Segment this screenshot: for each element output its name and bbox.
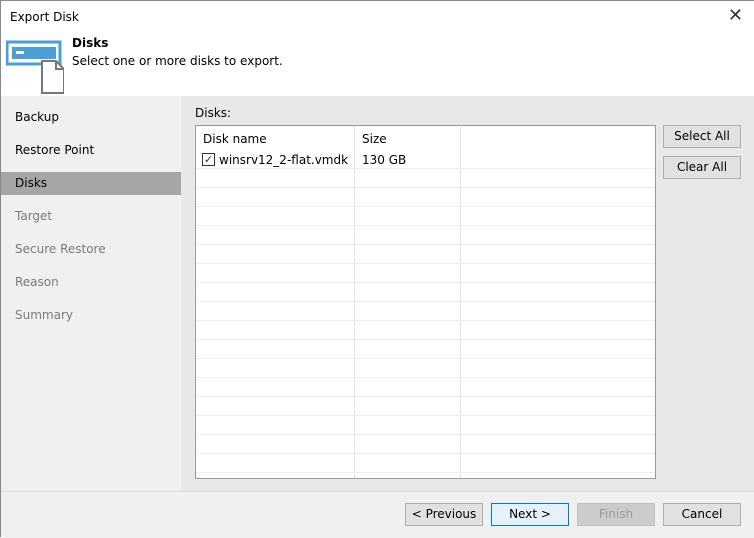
empty-row <box>196 226 655 245</box>
step-disks[interactable]: Disks <box>1 172 181 195</box>
table-row[interactable]: ✓ winsrv12_2-flat.vmdk 130 GB <box>196 150 655 169</box>
disk-export-icon <box>6 40 64 94</box>
window-title: Export Disk <box>10 10 79 24</box>
empty-row <box>196 283 655 302</box>
export-disk-window: Export Disk ✕ Disks Select one or more d… <box>0 0 754 538</box>
empty-row <box>196 397 655 416</box>
step-backup[interactable]: Backup <box>1 101 181 134</box>
disk-checkbox[interactable]: ✓ <box>202 153 215 166</box>
wizard-steps: Backup Restore Point Disks Target Secure… <box>1 96 181 491</box>
step-secure-restore: Secure Restore <box>15 242 106 256</box>
close-icon[interactable]: ✕ <box>728 5 743 26</box>
empty-row <box>196 188 655 207</box>
disk-name: winsrv12_2-flat.vmdk <box>219 153 349 167</box>
step-reason: Reason <box>15 275 59 289</box>
empty-row <box>196 169 655 188</box>
empty-row <box>196 321 655 340</box>
empty-row <box>196 207 655 226</box>
disk-size: 130 GB <box>362 153 407 167</box>
page-subtitle: Select one or more disks to export. <box>72 54 283 68</box>
wizard-header: Disks Select one or more disks to export… <box>1 33 754 96</box>
empty-row <box>196 302 655 321</box>
select-all-button[interactable]: Select All <box>663 125 741 148</box>
step-target: Target <box>15 209 53 223</box>
column-disk-name[interactable]: Disk name <box>203 132 267 146</box>
cancel-button[interactable]: Cancel <box>663 503 741 526</box>
previous-button[interactable]: < Previous <box>405 503 483 526</box>
empty-row <box>196 340 655 359</box>
finish-button: Finish <box>577 503 655 526</box>
wizard-footer: < Previous Next > Finish Cancel <box>1 491 754 538</box>
title-bar: Export Disk ✕ <box>1 1 754 33</box>
empty-row <box>196 416 655 435</box>
empty-row <box>196 473 655 478</box>
column-size[interactable]: Size <box>362 132 387 146</box>
empty-row <box>196 378 655 397</box>
disks-label: Disks: <box>195 106 232 120</box>
clear-all-button[interactable]: Clear All <box>663 156 741 179</box>
table-header: Disk name Size <box>196 126 655 150</box>
empty-row <box>196 359 655 378</box>
empty-row <box>196 245 655 264</box>
step-restore-point[interactable]: Restore Point <box>1 134 181 167</box>
empty-row <box>196 435 655 454</box>
empty-row <box>196 264 655 283</box>
next-button[interactable]: Next > <box>491 503 569 526</box>
empty-row <box>196 454 655 473</box>
step-summary: Summary <box>15 308 73 322</box>
page-title: Disks <box>72 36 109 50</box>
disks-table[interactable]: Disk name Size ✓ winsrv12_2-flat.vmdk 13… <box>195 125 656 479</box>
